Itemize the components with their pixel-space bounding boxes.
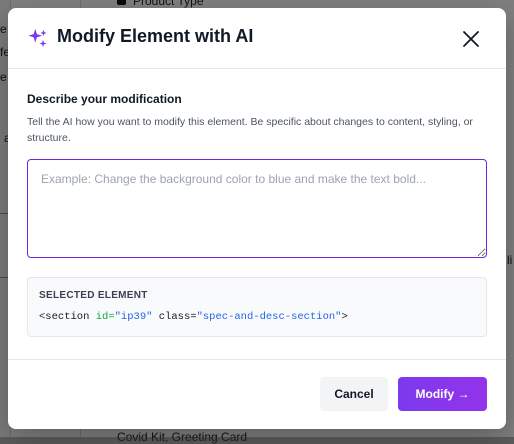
dialog-title: Modify Element with AI	[57, 26, 254, 46]
sparkles-icon	[28, 28, 47, 48]
dialog-header: Modify Element with AI	[8, 8, 506, 69]
selected-element-panel: SELECTED ELEMENT <section id="ip39" clas…	[27, 277, 487, 337]
modification-help-text: Tell the AI how you want to modify this …	[27, 116, 473, 144]
code-attr-id: id=	[95, 311, 115, 323]
code-attr-class: class=	[158, 311, 197, 323]
modify-button[interactable]: Modify →	[398, 377, 487, 411]
dialog-body: Describe your modification Tell the AI h…	[8, 69, 506, 359]
close-button[interactable]	[460, 28, 482, 50]
code-value-class: "spec-and-desc-section"	[196, 311, 342, 323]
modification-prompt-input[interactable]	[27, 159, 487, 258]
modification-label: Describe your modification	[27, 92, 182, 106]
cancel-button[interactable]: Cancel	[320, 377, 388, 411]
code-value-id: "ip39"	[114, 311, 153, 323]
dialog-footer: Cancel Modify →	[8, 359, 506, 429]
modify-element-dialog: Modify Element with AI Describe your mod…	[8, 8, 506, 429]
selected-element-label: SELECTED ELEMENT	[39, 290, 148, 301]
selected-element-code: <section id="ip39" class="spec-and-desc-…	[39, 311, 348, 323]
code-tag-open: <section	[39, 311, 96, 323]
close-icon	[463, 31, 479, 47]
code-tag-close: >	[341, 311, 348, 323]
